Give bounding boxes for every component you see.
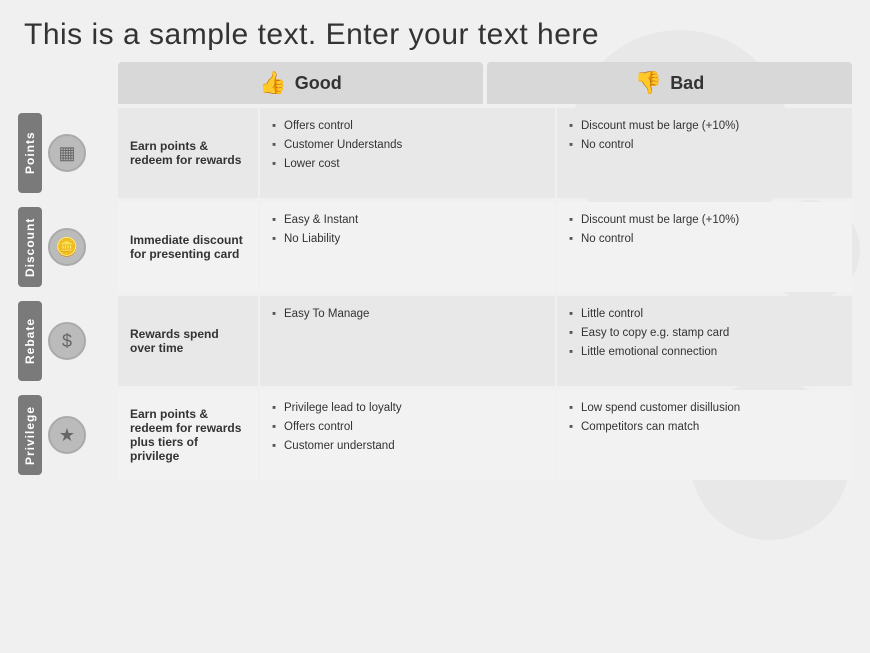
row-description: Immediate discount for presenting card [118, 202, 258, 292]
table-row: Rebate $ Rewards spend over time Easy To… [18, 296, 852, 386]
row-label-pill: Points [18, 113, 42, 193]
row-label-pill: Discount [18, 207, 42, 287]
good-item: No Liability [272, 231, 543, 247]
bad-item: Little control [569, 306, 840, 322]
bad-item: Discount must be large (+10%) [569, 212, 840, 228]
good-item: Offers control [272, 118, 543, 134]
good-list: Easy & Instant No Liability [272, 212, 543, 247]
row-label-area: Discount 🪙 [18, 202, 118, 292]
bad-item: No control [569, 137, 840, 153]
table-row: Discount 🪙 Immediate discount for presen… [18, 202, 852, 292]
bad-item: No control [569, 231, 840, 247]
page-title: This is a sample text. Enter your text h… [24, 18, 846, 52]
good-item: Easy & Instant [272, 212, 543, 228]
row-good-content: Offers control Customer Understands Lower … [260, 108, 555, 198]
row-bad-content: Discount must be large (+10%) No control [557, 202, 852, 292]
row-description: Rewards spend over time [118, 296, 258, 386]
row-label-area: Privilege ★ [18, 390, 118, 480]
good-list: Easy To Manage [272, 306, 543, 322]
row-label-pill: Rebate [18, 301, 42, 381]
row-description: Earn points & redeem for rewards [118, 108, 258, 198]
good-item: Customer Understands [272, 137, 543, 153]
bad-label: Bad [670, 73, 704, 94]
row-icon: $ [48, 322, 86, 360]
good-item: Privilege lead to loyalty [272, 400, 543, 416]
row-label-pill: Privilege [18, 395, 42, 475]
bad-list: Discount must be large (+10%) No control [569, 118, 840, 153]
good-item: Offers control [272, 419, 543, 435]
table-body: Points ▦ Earn points & redeem for reward… [18, 108, 852, 480]
row-good-content: Easy To Manage [260, 296, 555, 386]
good-item: Customer understand [272, 438, 543, 454]
table-header: 👍 Good 👎 Bad [118, 62, 852, 104]
good-item: Lower cost [272, 156, 543, 172]
row-icon: ★ [48, 416, 86, 454]
header-good: 👍 Good [118, 62, 483, 104]
row-good-content: Easy & Instant No Liability [260, 202, 555, 292]
row-bad-content: Little control Easy to copy e.g. stamp ca… [557, 296, 852, 386]
bad-item: Low spend customer disillusion [569, 400, 840, 416]
header-bad: 👎 Bad [487, 62, 852, 104]
bad-list: Little control Easy to copy e.g. stamp ca… [569, 306, 840, 360]
bad-item: Discount must be large (+10%) [569, 118, 840, 134]
row-bad-content: Low spend customer disillusion Competitor… [557, 390, 852, 480]
table-row: Privilege ★ Earn points & redeem for rew… [18, 390, 852, 480]
bad-list: Low spend customer disillusion Competitor… [569, 400, 840, 435]
row-description: Earn points & redeem for rewards plus ti… [118, 390, 258, 480]
good-label: Good [295, 73, 342, 94]
good-list: Offers control Customer Understands Lower … [272, 118, 543, 172]
main-table: 👍 Good 👎 Bad Points ▦ Earn points & rede… [0, 62, 870, 490]
row-good-content: Privilege lead to loyalty Offers control C… [260, 390, 555, 480]
thumbs-down-icon: 👎 [635, 70, 662, 96]
row-icon: 🪙 [48, 228, 86, 266]
bad-list: Discount must be large (+10%) No control [569, 212, 840, 247]
bad-item: Competitors can match [569, 419, 840, 435]
table-row: Points ▦ Earn points & redeem for reward… [18, 108, 852, 198]
good-list: Privilege lead to loyalty Offers control C… [272, 400, 543, 454]
bad-item: Easy to copy e.g. stamp card [569, 325, 840, 341]
row-label-area: Points ▦ [18, 108, 118, 198]
thumbs-up-icon: 👍 [259, 70, 286, 96]
row-icon: ▦ [48, 134, 86, 172]
bad-item: Little emotional connection [569, 344, 840, 360]
good-item: Easy To Manage [272, 306, 543, 322]
row-label-area: Rebate $ [18, 296, 118, 386]
row-bad-content: Discount must be large (+10%) No control [557, 108, 852, 198]
